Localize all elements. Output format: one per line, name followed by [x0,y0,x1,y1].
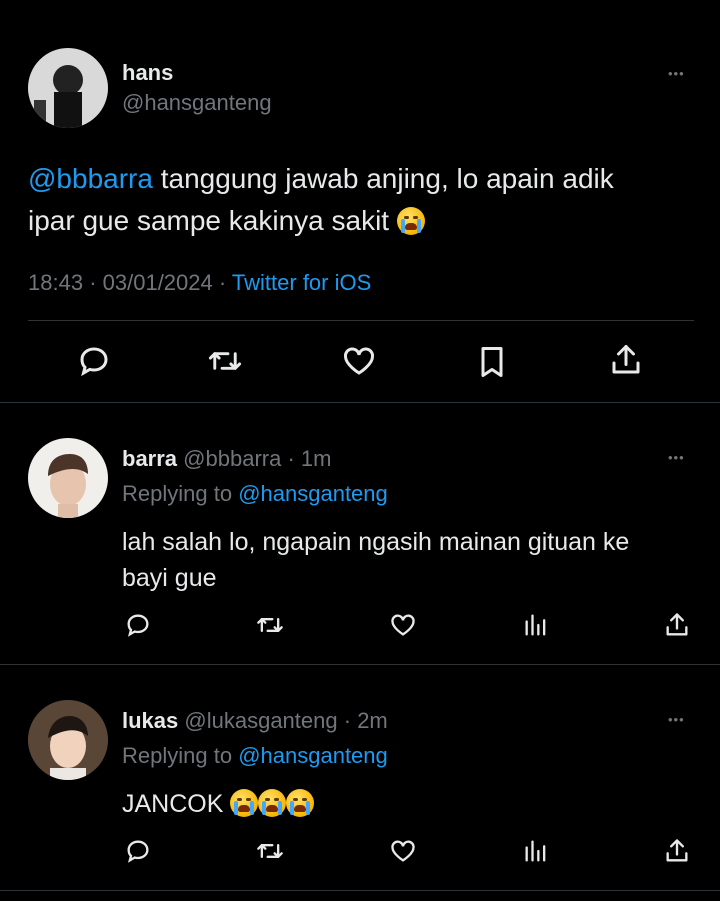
reply-header: lukas @lukasganteng · 2m [122,708,388,734]
divider [0,664,720,665]
meta-separator: · [287,446,295,471]
share-icon[interactable] [663,836,691,866]
retweet-icon[interactable] [254,837,286,865]
reply-text-line2: bayi gue [122,564,217,592]
avatar-barra[interactable] [28,438,108,518]
more-options-icon[interactable]: ••• [668,64,685,84]
meta-separator: · [343,708,352,733]
reply-text-line1: lah salah lo, ngapain ngasih mainan gitu… [122,528,630,556]
crying-face-emoji-icon [230,789,259,817]
retweet-icon[interactable] [206,343,244,379]
bookmark-icon[interactable] [474,343,510,381]
tweet-date: 03/01/2024 [102,270,213,295]
reply-age: 2m [357,708,388,733]
crying-face-emoji-icon [396,207,425,235]
reply-text: JANCOK [122,786,315,822]
author-handle[interactable]: @bbbarra [183,446,281,471]
tweet-time: 18:43 [28,270,84,295]
more-options-icon[interactable]: ••• [668,710,685,730]
tweet-text-line2: ipar gue sampe kakinya sakit [28,205,390,236]
reply-icon[interactable] [76,343,112,379]
avatar-lukas[interactable] [28,700,108,780]
tweet-text-line1: tanggung jawab anjing, lo apain adik [152,163,614,194]
replying-to: Replying to @hansganteng [122,743,388,769]
divider [0,402,720,403]
views-icon[interactable] [522,611,550,639]
replying-to-label: Replying to [122,481,233,506]
tweet-text: @bbbarra tanggung jawab anjing, lo apain… [28,158,688,242]
replying-to-link[interactable]: @hansganteng [238,743,388,768]
like-icon[interactable] [388,611,418,639]
share-icon[interactable] [663,610,691,640]
divider [0,890,720,891]
reply-icon[interactable] [124,837,152,865]
author-name[interactable]: barra [122,446,177,471]
like-icon[interactable] [388,837,418,865]
author-name[interactable]: hans [122,60,173,86]
retweet-icon[interactable] [254,611,286,639]
meta-separator: · [89,270,97,295]
author-handle[interactable]: @lukasganteng [184,708,337,733]
views-icon[interactable] [522,837,550,865]
reply-text-line1: JANCOK [122,790,224,818]
reply-icon[interactable] [124,611,152,639]
author-handle[interactable]: @hansganteng [122,90,272,116]
crying-face-emoji-icon [286,789,315,817]
share-icon[interactable] [608,341,644,379]
tweet-meta: 18:43 · 03/01/2024 · Twitter for iOS [28,270,371,296]
meta-separator: · [218,270,227,295]
avatar-hans[interactable] [28,48,108,128]
reply-header: barra @bbbarra · 1m [122,446,331,472]
reply-age: 1m [300,446,332,471]
replying-to-link[interactable]: @hansganteng [238,481,388,506]
like-icon[interactable] [340,343,378,379]
crying-face-emoji-icon [258,789,287,817]
author-name[interactable]: lukas [122,708,178,733]
replying-to-label: Replying to [122,743,233,768]
replying-to: Replying to @hansganteng [122,481,388,507]
divider [28,320,694,321]
reply-text: lah salah lo, ngapain ngasih mainan gitu… [122,524,629,596]
tweet-source-link[interactable]: Twitter for iOS [232,270,371,295]
mention-link[interactable]: @bbbarra [28,163,153,194]
more-options-icon[interactable]: ••• [668,448,685,468]
